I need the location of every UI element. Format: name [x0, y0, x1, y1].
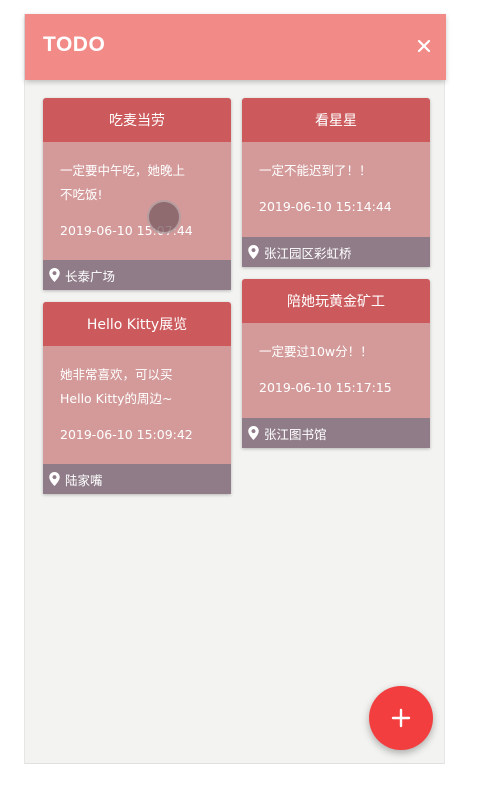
todo-card[interactable]: 陪她玩黄金矿工 一定要过10w分！！ 2019-06-10 15:17:15 张… — [242, 279, 430, 448]
card-location: 张江园区彩虹桥 — [242, 237, 430, 267]
todo-card[interactable]: 吃麦当劳 一定要中午吃，她晚上 不吃饭! 2019-06-10 15:07:44… — [43, 98, 231, 290]
location-label: 张江图书馆 — [264, 426, 327, 442]
page-title: TODO — [43, 33, 106, 56]
location-pin-icon — [248, 245, 259, 259]
card-title: 吃麦当劳 — [43, 98, 231, 142]
card-timestamp: 2019-06-10 15:09:42 — [60, 427, 193, 442]
card-title: 看星星 — [242, 98, 430, 142]
location-label: 陆家嘴 — [65, 472, 103, 488]
todo-card[interactable]: Hello Kitty展览 她非常喜欢，可以买 Hello Kitty的周边~ … — [43, 302, 231, 494]
todo-app: TODO 吃麦当劳 一定要中午吃，她晚上 不吃饭! 2019-06-10 15:… — [24, 14, 446, 764]
card-location: 陆家嘴 — [43, 464, 231, 494]
card-description-line: Hello Kitty的周边~ — [60, 391, 173, 406]
card-timestamp: 2019-06-10 15:17:15 — [259, 380, 392, 395]
add-todo-button[interactable] — [369, 686, 433, 750]
card-body: 一定要中午吃，她晚上 不吃饭! 2019-06-10 15:07:44 — [43, 142, 231, 241]
card-description-line: 一定要过10w分！！ — [259, 344, 373, 359]
todo-card[interactable]: 看星星 一定不能迟到了！！ 2019-06-10 15:14:44 张江园区彩虹… — [242, 98, 430, 267]
location-pin-icon — [49, 268, 60, 282]
location-label: 张江园区彩虹桥 — [264, 245, 352, 261]
location-pin-icon — [49, 472, 60, 486]
card-title: Hello Kitty展览 — [43, 302, 231, 346]
card-description-line: 一定不能迟到了！！ — [259, 163, 372, 178]
card-timestamp: 2019-06-10 15:14:44 — [259, 199, 392, 214]
card-location: 长泰广场 — [43, 260, 231, 290]
card-description-line: 不吃饭! — [60, 187, 103, 202]
card-location: 张江图书馆 — [242, 418, 430, 448]
plus-icon — [391, 708, 411, 728]
card-body: 她非常喜欢，可以买 Hello Kitty的周边~ 2019-06-10 15:… — [43, 346, 231, 445]
touch-indicator — [147, 200, 181, 234]
card-timestamp: 2019-06-10 15:07:44 — [60, 223, 193, 238]
card-title: 陪她玩黄金矿工 — [242, 279, 430, 323]
card-description-line: 一定要中午吃，她晚上 — [60, 163, 186, 178]
location-label: 长泰广场 — [65, 268, 116, 284]
close-icon[interactable] — [414, 36, 434, 56]
location-pin-icon — [248, 426, 259, 440]
card-body: 一定要过10w分！！ 2019-06-10 15:17:15 — [242, 323, 430, 398]
card-description-line: 她非常喜欢，可以买 — [60, 367, 173, 382]
card-body: 一定不能迟到了！！ 2019-06-10 15:14:44 — [242, 142, 430, 217]
app-header: TODO — [25, 14, 446, 80]
